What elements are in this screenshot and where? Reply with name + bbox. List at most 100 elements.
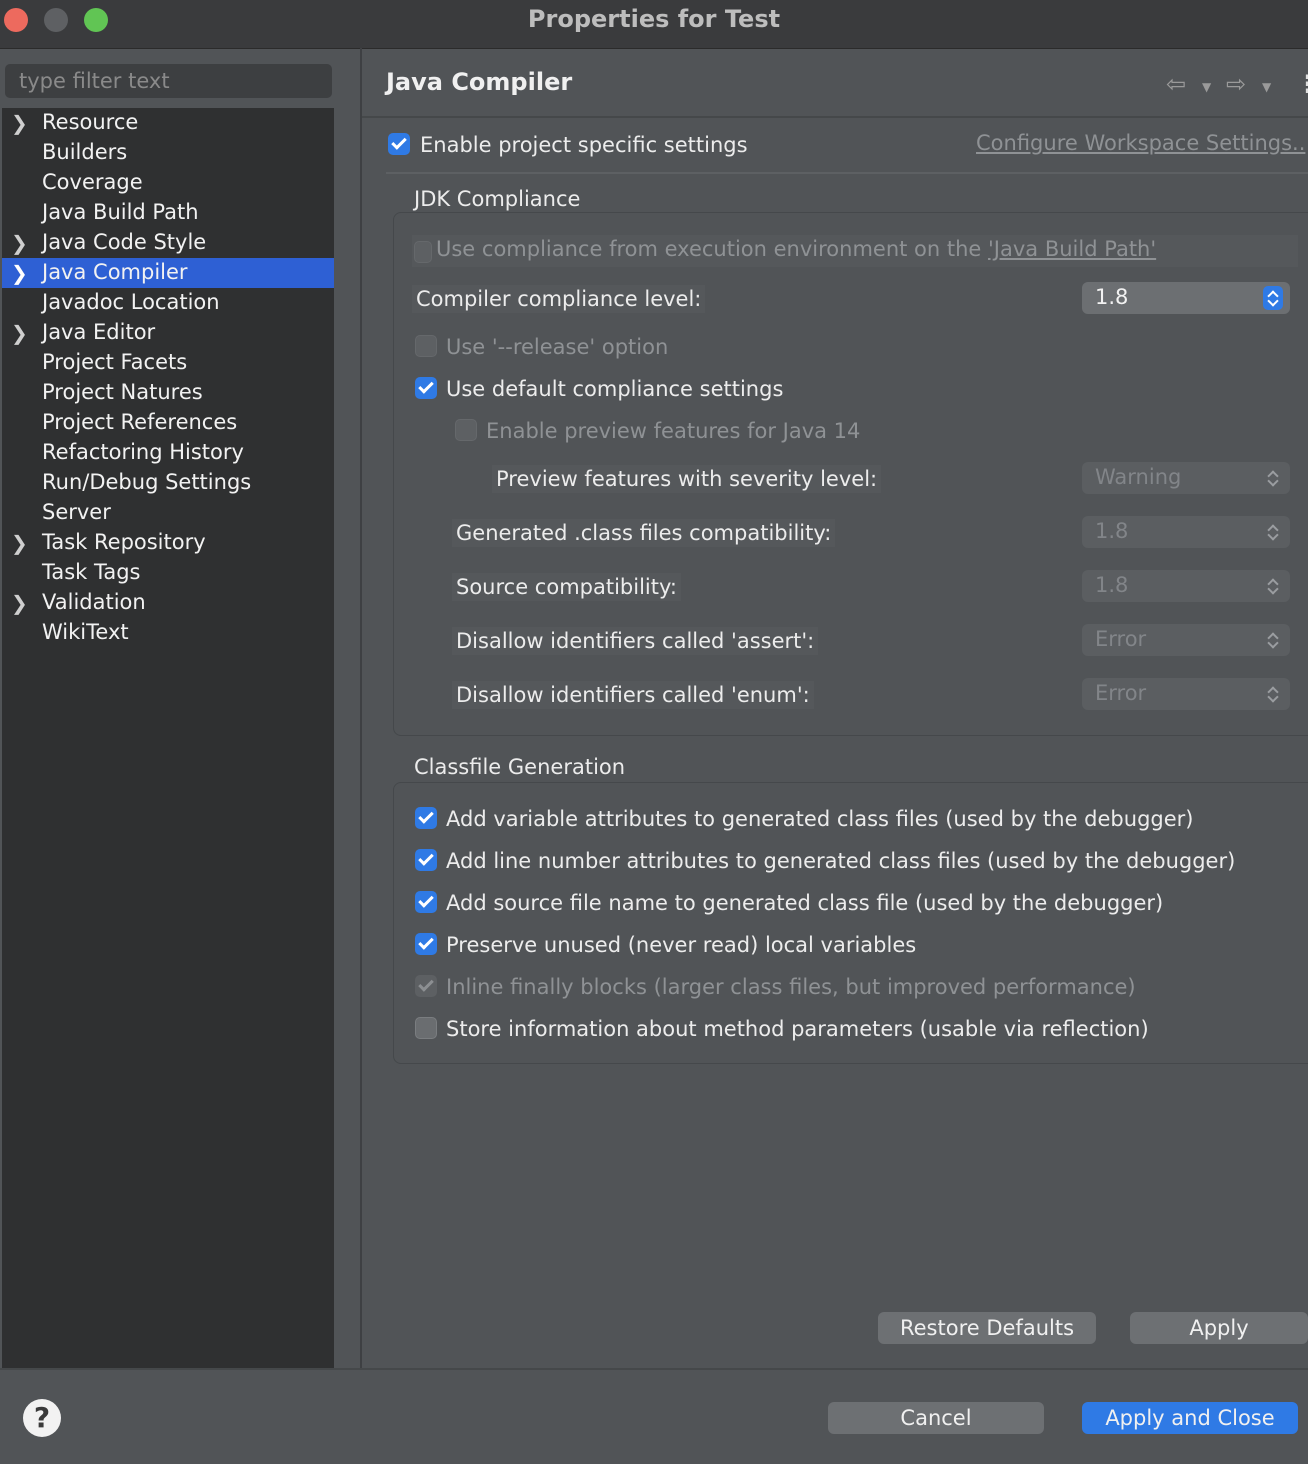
sidebar-item-java-compiler[interactable]: ❯ Java Compiler: [2, 258, 334, 288]
more-menu-icon[interactable]: ⋮: [1296, 70, 1308, 98]
sidebar-item-project-facets[interactable]: Project Facets: [2, 348, 334, 378]
sidebar-item-label: Task Repository: [42, 530, 206, 554]
preserve-unused-checkbox[interactable]: [415, 933, 437, 955]
class-compat-label: Generated .class files compatibility:: [452, 519, 836, 547]
sidebar-item-coverage[interactable]: Coverage: [2, 168, 334, 198]
updown-arrows-icon: [1263, 466, 1283, 490]
method-parameters-label: Store information about method parameter…: [446, 1017, 1149, 1041]
updown-arrows-icon: [1263, 682, 1283, 706]
chevron-right-icon[interactable]: ❯: [11, 321, 28, 345]
enum-identifier-select[interactable]: Error: [1082, 678, 1290, 710]
sidebar-item-wikitext[interactable]: WikiText: [2, 618, 334, 648]
back-arrow-icon[interactable]: ⇦: [1166, 70, 1186, 98]
sidebar-item-label: Project Natures: [42, 380, 203, 404]
restore-defaults-button[interactable]: Restore Defaults: [878, 1312, 1096, 1344]
source-file-name-label: Add source file name to generated class …: [446, 891, 1164, 915]
forward-arrow-icon[interactable]: ⇨: [1226, 70, 1246, 98]
class-compat-select[interactable]: 1.8: [1082, 516, 1290, 548]
window-title: Properties for Test: [527, 5, 781, 33]
line-number-attributes-checkbox[interactable]: [415, 849, 437, 871]
sidebar-item-task-repository[interactable]: ❯ Task Repository: [2, 528, 334, 558]
sidebar-item-project-natures[interactable]: Project Natures: [2, 378, 334, 408]
release-option-checkbox[interactable]: [415, 335, 437, 357]
compliance-level-value: 1.8: [1095, 285, 1129, 309]
filter-field[interactable]: [5, 64, 332, 98]
enable-preview-checkbox[interactable]: [455, 419, 477, 441]
chevron-right-icon[interactable]: ❯: [11, 591, 28, 615]
use-default-compliance-checkbox[interactable]: [415, 377, 437, 399]
inline-finally-checkbox[interactable]: [415, 975, 437, 997]
source-file-name-checkbox[interactable]: [415, 891, 437, 913]
apply-and-close-button[interactable]: Apply and Close: [1082, 1402, 1298, 1434]
use-exec-env-text: Use compliance from execution environmen…: [436, 237, 989, 261]
source-compat-label: Source compatibility:: [452, 573, 681, 601]
compliance-level-select[interactable]: 1.8: [1082, 282, 1290, 314]
chevron-right-icon[interactable]: ❯: [11, 261, 28, 285]
chevron-right-icon[interactable]: ❯: [11, 111, 28, 135]
updown-arrows-icon: [1263, 628, 1283, 652]
sidebar-item-label: Java Code Style: [42, 230, 207, 254]
sidebar-item-project-references[interactable]: Project References: [2, 408, 334, 438]
preview-severity-value: Warning: [1095, 465, 1182, 489]
enum-identifier-label: Disallow identifiers called 'enum':: [452, 681, 814, 709]
assert-identifier-value: Error: [1095, 627, 1147, 651]
sidebar-item-java-editor[interactable]: ❯ Java Editor: [2, 318, 334, 348]
sidebar-item-label: Project References: [42, 410, 238, 434]
inline-finally-label: Inline finally blocks (larger class file…: [446, 975, 1136, 999]
source-compat-select[interactable]: 1.8: [1082, 570, 1290, 602]
sidebar-item-java-build-path[interactable]: Java Build Path: [2, 198, 334, 228]
sidebar-item-label: Java Compiler: [42, 260, 188, 284]
forward-dropdown-icon[interactable]: ▼: [1262, 80, 1271, 94]
sidebar-item-refactoring-history[interactable]: Refactoring History: [2, 438, 334, 468]
separator: [386, 172, 1308, 174]
enable-preview-label: Enable preview features for Java 14: [486, 419, 861, 443]
use-default-compliance-label: Use default compliance settings: [446, 377, 784, 401]
assert-identifier-select[interactable]: Error: [1082, 624, 1290, 656]
chevron-right-icon[interactable]: ❯: [11, 231, 28, 255]
page-title: Java Compiler: [386, 68, 573, 96]
source-compat-value: 1.8: [1095, 573, 1129, 597]
sidebar-item-label: Javadoc Location: [42, 290, 220, 314]
sidebar-item-label: WikiText: [42, 620, 129, 644]
filter-input[interactable]: [5, 64, 332, 98]
method-parameters-checkbox[interactable]: [415, 1017, 437, 1039]
sidebar-item-label: Java Editor: [42, 320, 156, 344]
title-bar: Properties for Test: [0, 0, 1308, 49]
chevron-right-icon[interactable]: ❯: [11, 531, 28, 555]
sidebar-item-validation[interactable]: ❯ Validation: [2, 588, 334, 618]
sidebar-item-label: Refactoring History: [42, 440, 244, 464]
sidebar-item-label: Coverage: [42, 170, 143, 194]
configure-workspace-link[interactable]: Configure Workspace Settings..: [976, 131, 1305, 155]
use-exec-env-label: Use compliance from execution environmen…: [436, 237, 1156, 261]
preserve-unused-label: Preserve unused (never read) local varia…: [446, 933, 917, 957]
sidebar-item-java-code-style[interactable]: ❯ Java Code Style: [2, 228, 334, 258]
sidebar-item-resource[interactable]: ❯ Resource: [2, 108, 334, 138]
variable-attributes-checkbox[interactable]: [415, 807, 437, 829]
sidebar-item-server[interactable]: Server: [2, 498, 334, 528]
sidebar-item-builders[interactable]: Builders: [2, 138, 334, 168]
java-build-path-link[interactable]: 'Java Build Path': [988, 237, 1156, 261]
sidebar-item-run-debug-settings[interactable]: Run/Debug Settings: [2, 468, 334, 498]
preview-severity-label: Preview features with severity level:: [492, 465, 882, 493]
updown-arrows-icon: [1263, 520, 1283, 544]
release-option-label: Use '--release' option: [446, 335, 669, 359]
apply-button[interactable]: Apply: [1130, 1312, 1308, 1344]
help-icon[interactable]: ?: [23, 1399, 61, 1437]
sidebar-item-label: Server: [42, 500, 111, 524]
sidebar-item-task-tags[interactable]: Task Tags: [2, 558, 334, 588]
preview-severity-select[interactable]: Warning: [1082, 462, 1290, 494]
jdk-compliance-group-title: JDK Compliance: [414, 187, 581, 211]
cancel-button[interactable]: Cancel: [828, 1402, 1044, 1434]
property-tree[interactable]: ❯ Resource Builders Coverage Java Build …: [2, 108, 334, 1368]
sash[interactable]: [360, 48, 362, 1368]
sidebar-item-label: Resource: [42, 110, 139, 134]
sidebar-item-label: Project Facets: [42, 350, 188, 374]
class-compat-value: 1.8: [1095, 519, 1129, 543]
back-dropdown-icon[interactable]: ▼: [1202, 80, 1211, 94]
sidebar-item-label: Task Tags: [42, 560, 141, 584]
enable-project-specific-checkbox[interactable]: [388, 133, 410, 155]
header-separator: [362, 116, 1308, 118]
compliance-level-label: Compiler compliance level:: [412, 285, 706, 313]
sidebar-item-javadoc-location[interactable]: Javadoc Location: [2, 288, 334, 318]
use-exec-env-checkbox[interactable]: [414, 241, 432, 263]
